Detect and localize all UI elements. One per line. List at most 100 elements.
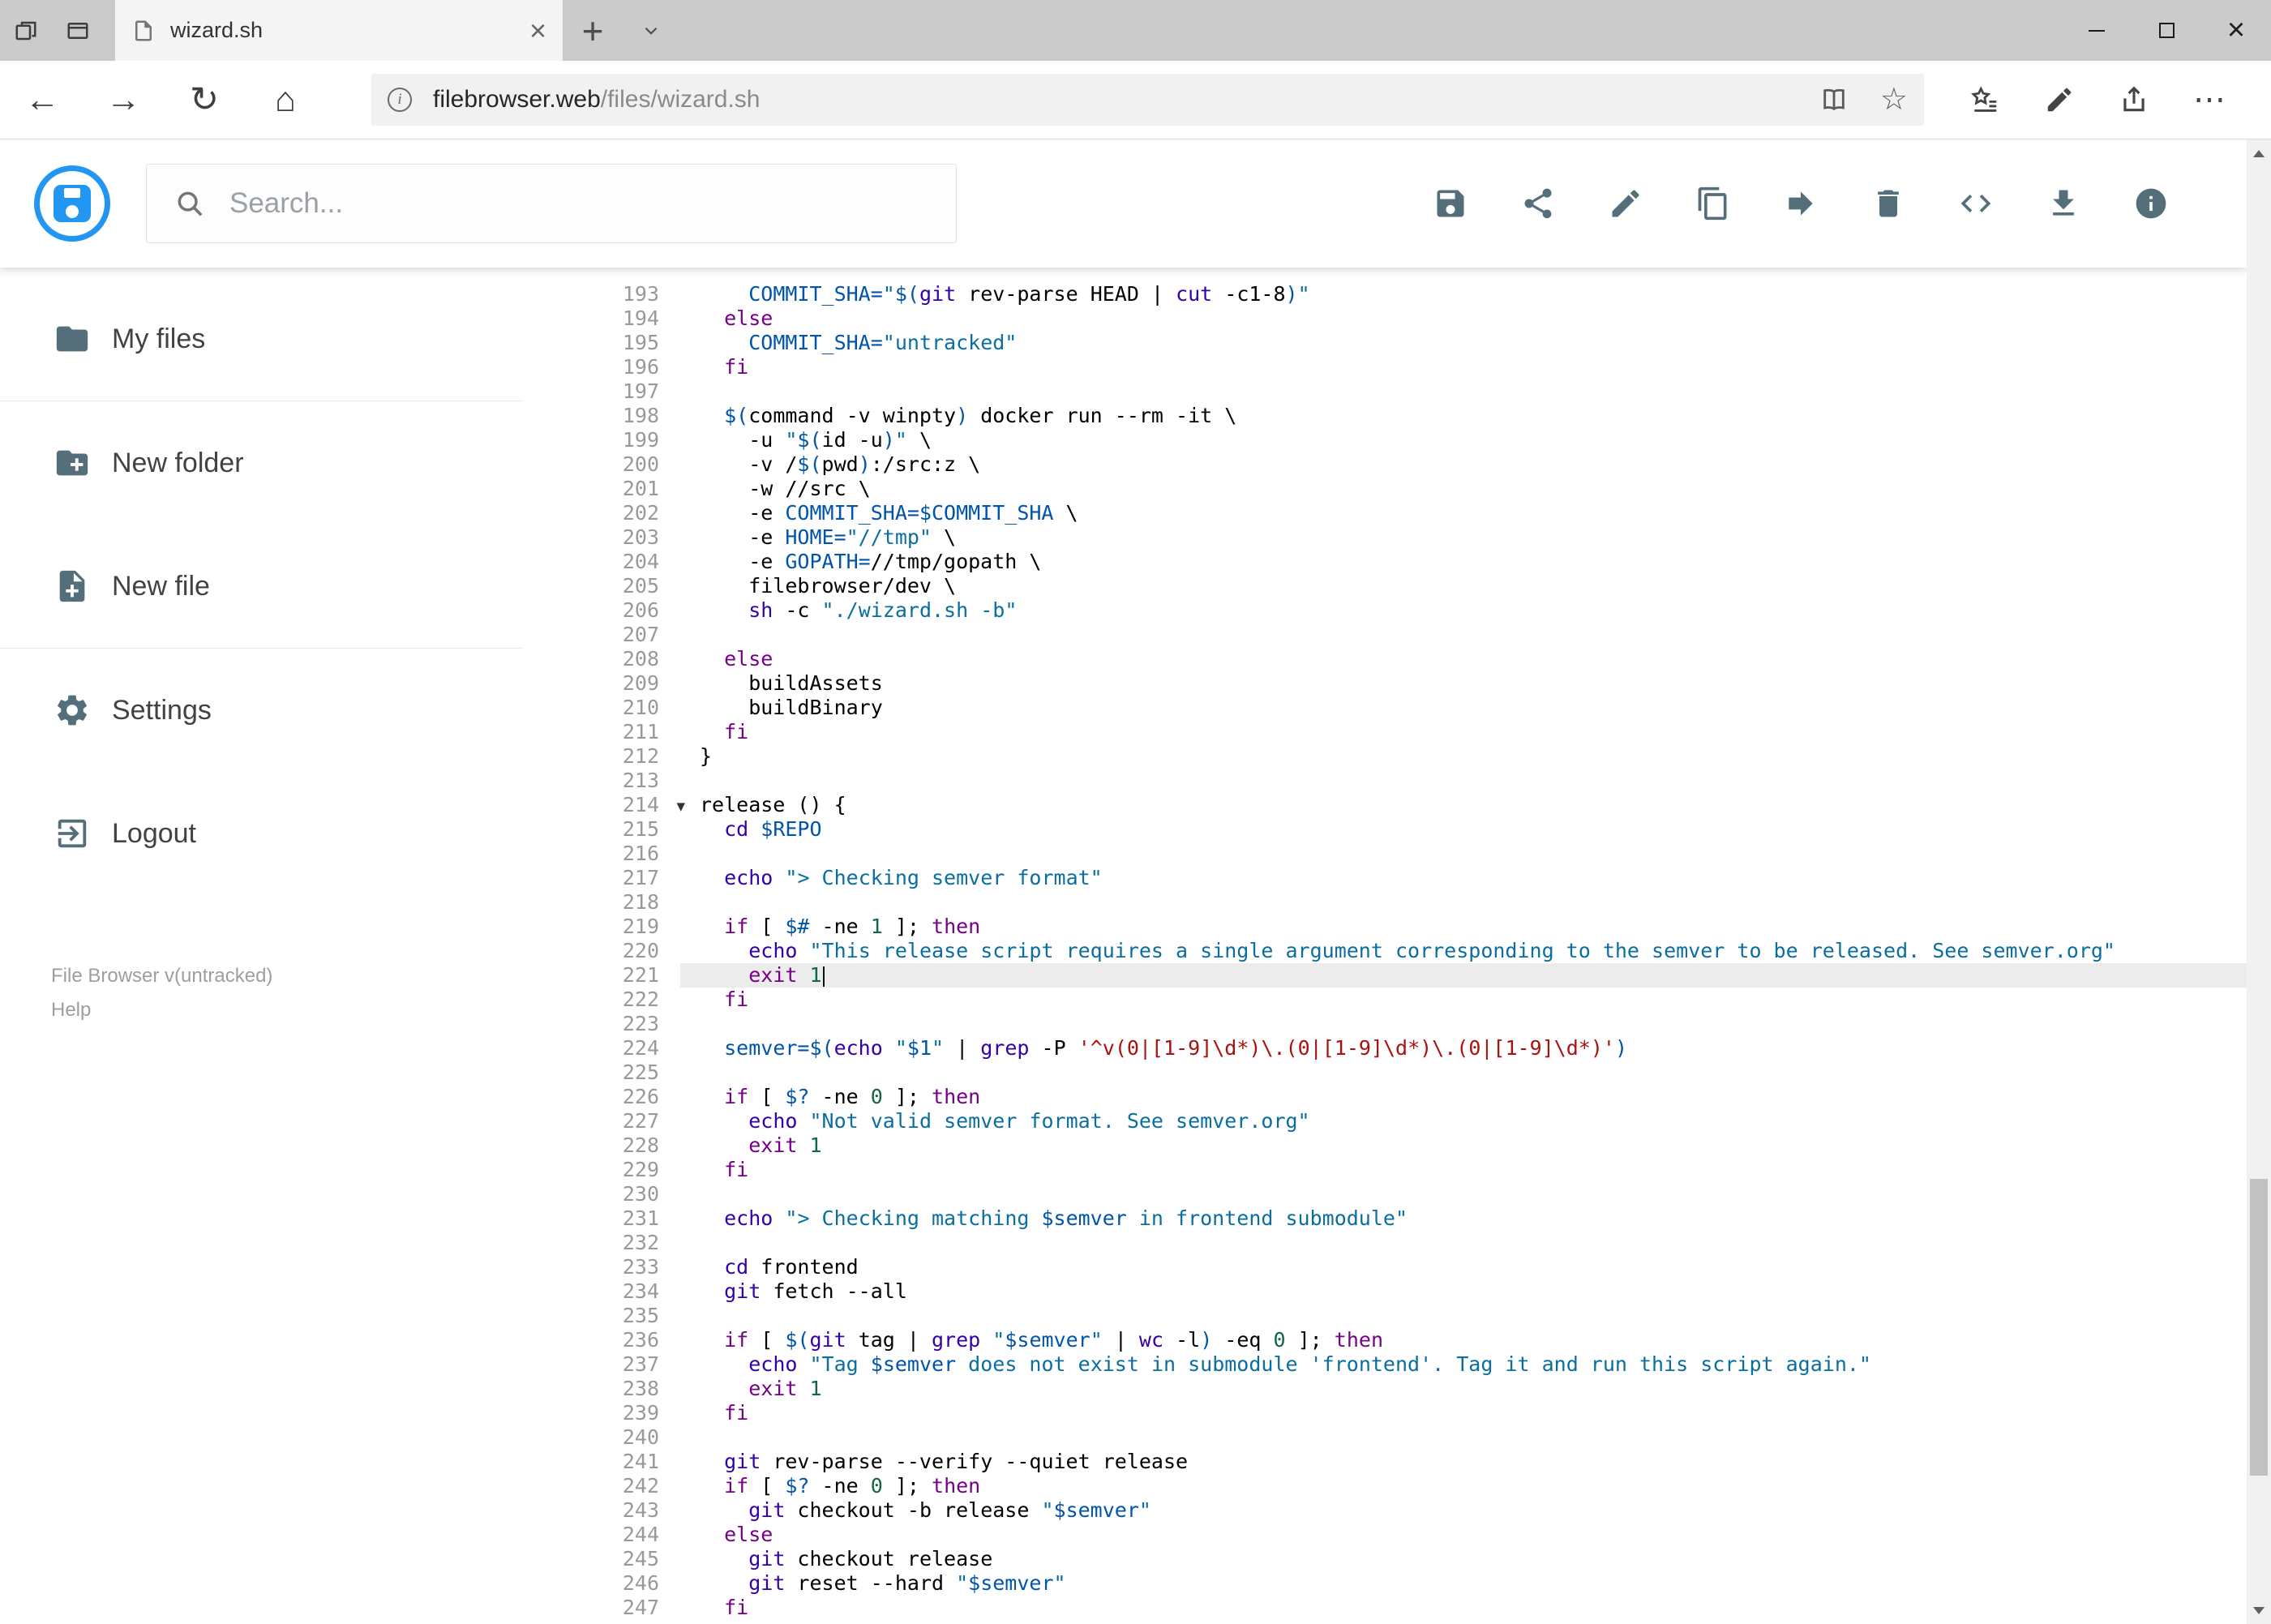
code-editor[interactable]: 193 COMMIT_SHA="$(git rev-parse HEAD | c… (523, 268, 2247, 1624)
more-options-icon[interactable]: ⋯ (2193, 84, 2226, 116)
code-line[interactable]: 241 git rev-parse --verify --quiet relea… (523, 1450, 2247, 1474)
forward-button[interactable]: → (94, 71, 152, 129)
filebrowser-logo[interactable] (34, 165, 110, 242)
code-line[interactable]: 195 COMMIT_SHA="untracked" (523, 331, 2247, 355)
page-scrollbar[interactable] (2247, 139, 2271, 1624)
code-line[interactable]: 193 COMMIT_SHA="$(git rev-parse HEAD | c… (523, 282, 2247, 306)
download-button[interactable] (2046, 186, 2081, 221)
minimize-button[interactable] (2062, 0, 2132, 61)
code-line[interactable]: 194 else (523, 306, 2247, 331)
add-favorite-star-icon[interactable]: ☆ (1880, 84, 1908, 115)
code-line[interactable]: 226 if [ $? -ne 0 ]; then (523, 1085, 2247, 1109)
sidebar-item-my-files[interactable]: My files (0, 277, 523, 401)
move-button[interactable] (1783, 186, 1819, 221)
code-line[interactable]: 204 -e GOPATH=//tmp/gopath \ (523, 550, 2247, 574)
sidebar-item-new-file[interactable]: New file (0, 525, 523, 648)
code-line[interactable]: 222 fi (523, 988, 2247, 1012)
code-line[interactable]: 240 (523, 1425, 2247, 1450)
refresh-button[interactable]: ↻ (175, 71, 234, 129)
code-line[interactable]: 197 (523, 379, 2247, 404)
search-box[interactable] (146, 164, 957, 243)
code-line[interactable]: 203 -e HOME="//tmp" \ (523, 525, 2247, 550)
code-line[interactable]: 212} (523, 744, 2247, 769)
code-line[interactable]: 220 echo "This release script requires a… (523, 939, 2247, 963)
share-icon[interactable] (2119, 84, 2149, 115)
sidebar-item-settings[interactable]: Settings (0, 649, 523, 772)
code-line[interactable]: 205 filebrowser/dev \ (523, 574, 2247, 598)
code-line[interactable]: 247 fi (523, 1596, 2247, 1620)
tab-close-icon[interactable]: × (529, 15, 546, 45)
help-link[interactable]: Help (51, 1001, 523, 1020)
code-line[interactable]: 236 if [ $(git tag | grep "$semver" | wc… (523, 1328, 2247, 1352)
code-line[interactable]: 214 ▾ release () { (523, 793, 2247, 817)
code-line[interactable]: 199 -u "$(id -u)" \ (523, 428, 2247, 452)
code-line[interactable]: 239 fi (523, 1401, 2247, 1425)
sidebar-item-logout[interactable]: Logout (0, 772, 523, 895)
scroll-down-arrow[interactable] (2247, 1596, 2271, 1624)
code-line[interactable]: 242 if [ $? -ne 0 ]; then (523, 1474, 2247, 1498)
code-button[interactable] (1958, 186, 1994, 221)
code-line[interactable]: 238 exit 1 (523, 1377, 2247, 1401)
favorites-hub-icon[interactable] (1969, 84, 2000, 115)
scrollbar-thumb[interactable] (2250, 1179, 2268, 1476)
code-line[interactable]: 215 cd $REPO (523, 817, 2247, 842)
site-info-icon[interactable]: i (388, 88, 412, 112)
browser-tab[interactable]: wizard.sh × (115, 0, 563, 61)
info-button[interactable] (2133, 186, 2169, 221)
code-line[interactable]: 213 (523, 769, 2247, 793)
close-window-button[interactable]: × (2201, 0, 2271, 61)
code-line[interactable]: 237 echo "Tag $semver does not exist in … (523, 1352, 2247, 1377)
code-line[interactable]: 234 git fetch --all (523, 1279, 2247, 1304)
reading-view-icon[interactable] (1820, 86, 1848, 114)
fold-marker-icon[interactable]: ▾ (676, 794, 685, 818)
search-input[interactable] (228, 186, 896, 221)
code-line[interactable]: 244 else (523, 1523, 2247, 1547)
code-line[interactable]: 227 echo "Not valid semver format. See s… (523, 1109, 2247, 1133)
sidebar-item-new-folder[interactable]: New folder (0, 401, 523, 525)
code-line[interactable]: 218 (523, 890, 2247, 915)
code-line[interactable]: 231 echo "> Checking matching $semver in… (523, 1206, 2247, 1231)
code-line[interactable]: 196 fi (523, 355, 2247, 379)
save-button[interactable] (1433, 186, 1468, 221)
code-line[interactable]: 198 $(command -v winpty) docker run --rm… (523, 404, 2247, 428)
code-line[interactable]: 217 echo "> Checking semver format" (523, 866, 2247, 890)
edit-button[interactable] (1608, 186, 1643, 221)
copy-button[interactable] (1695, 186, 1731, 221)
maximize-button[interactable] (2132, 0, 2201, 61)
code-line[interactable]: 201 -w //src \ (523, 477, 2247, 501)
code-line[interactable]: 233 cd frontend (523, 1255, 2247, 1279)
share-button[interactable] (1520, 186, 1556, 221)
code-line[interactable]: 230 (523, 1182, 2247, 1206)
code-line[interactable]: 219 if [ $# -ne 1 ]; then (523, 915, 2247, 939)
code-line[interactable]: 246 git reset --hard "$semver" (523, 1571, 2247, 1596)
code-line[interactable]: 243 git checkout -b release "$semver" (523, 1498, 2247, 1523)
delete-button[interactable] (1870, 186, 1906, 221)
code-line[interactable]: 207 (523, 623, 2247, 647)
code-line[interactable]: 208 else (523, 647, 2247, 671)
code-line[interactable]: 202 -e COMMIT_SHA=$COMMIT_SHA \ (523, 501, 2247, 525)
code-line[interactable]: 229 fi (523, 1158, 2247, 1182)
code-line[interactable]: 206 sh -c "./wizard.sh -b" (523, 598, 2247, 623)
address-bar[interactable]: i filebrowser.web/files/wizard.sh ☆ (371, 74, 1924, 126)
web-note-pen-icon[interactable] (2044, 84, 2075, 115)
code-line[interactable]: 223 (523, 1012, 2247, 1036)
code-line[interactable]: 224 semver=$(echo "$1" | grep -P '^v(0|[… (523, 1036, 2247, 1061)
code-line[interactable]: 225 (523, 1061, 2247, 1085)
code-line[interactable]: 221 exit 1 (523, 963, 2247, 988)
scroll-up-arrow[interactable] (2247, 139, 2271, 167)
code-line[interactable]: 228 exit 1 (523, 1133, 2247, 1158)
code-line[interactable]: 200 -v /$(pwd):/src:z \ (523, 452, 2247, 477)
code-line[interactable]: 209 buildAssets (523, 671, 2247, 696)
code-line[interactable]: 211 fi (523, 720, 2247, 744)
code-line[interactable]: 245 git checkout release (523, 1547, 2247, 1571)
set-tabs-aside-button[interactable] (52, 0, 104, 61)
code-line[interactable]: 235 (523, 1304, 2247, 1328)
code-line[interactable]: 210 buildBinary (523, 696, 2247, 720)
show-set-aside-tabs-button[interactable] (0, 0, 52, 61)
back-button[interactable]: ← (13, 71, 71, 129)
home-button[interactable]: ⌂ (256, 71, 315, 129)
new-tab-button[interactable]: + (563, 0, 623, 61)
tab-preview-toggle[interactable] (623, 0, 679, 61)
code-line[interactable]: 216 (523, 842, 2247, 866)
code-line[interactable]: 232 (523, 1231, 2247, 1255)
